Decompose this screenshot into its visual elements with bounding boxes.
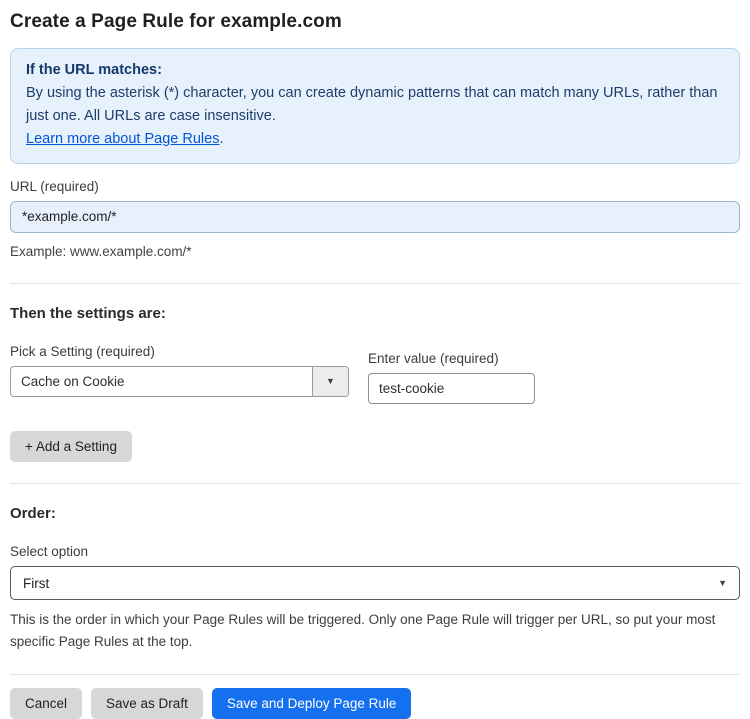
page-rule-form: Create a Page Rule for example.com If th… [0, 11, 750, 719]
save-as-draft-button[interactable]: Save as Draft [91, 687, 203, 719]
order-select[interactable]: First ▼ [10, 566, 740, 601]
order-select-value: First [23, 575, 50, 591]
chevron-down-icon: ▼ [326, 376, 335, 387]
save-and-deploy-button[interactable]: Save and Deploy Page Rule [211, 687, 412, 719]
divider [10, 483, 740, 485]
setting-fields-row: Pick a Setting (required) Cache on Cooki… [10, 344, 740, 405]
order-section-heading: Order: [10, 505, 56, 523]
setting-select-value: Cache on Cookie [21, 374, 125, 390]
page-title: Create a Page Rule for example.com [10, 11, 342, 32]
cancel-button[interactable]: Cancel [10, 687, 83, 719]
info-box-link-line: Learn more about Page Rules. [26, 128, 724, 151]
setting-select-arrow-button[interactable]: ▼ [312, 367, 348, 397]
add-setting-button[interactable]: + Add a Setting [10, 431, 132, 463]
info-box-heading: If the URL matches: [26, 62, 162, 78]
url-example-helper: Example: www.example.com/* [10, 243, 192, 259]
setting-select-field: Pick a Setting (required) Cache on Cooki… [10, 344, 349, 398]
link-period: . [219, 130, 224, 147]
settings-section-heading: Then the settings are: [10, 305, 166, 323]
info-box-body: By using the asterisk (*) character, you… [26, 84, 718, 124]
learn-more-link[interactable]: Learn more about Page Rules [26, 131, 219, 147]
order-select-label: Select option [10, 544, 89, 560]
setting-value-field: Enter value (required) [368, 351, 535, 405]
divider [10, 673, 740, 675]
value-field-label: Enter value (required) [368, 351, 499, 367]
setting-value-input[interactable] [368, 373, 535, 405]
order-helper-text: This is the order in which your Page Rul… [10, 612, 716, 650]
url-field-label: URL (required) [10, 178, 99, 194]
divider [10, 283, 740, 285]
setting-select[interactable]: Cache on Cookie ▼ [10, 366, 349, 398]
footer-actions: Cancel Save as Draft Save and Deploy Pag… [10, 687, 740, 719]
setting-select-label: Pick a Setting (required) [10, 344, 155, 360]
url-match-info-box: If the URL matches: By using the asteris… [10, 48, 740, 164]
chevron-down-icon: ▼ [718, 577, 727, 588]
url-input[interactable] [10, 200, 740, 233]
